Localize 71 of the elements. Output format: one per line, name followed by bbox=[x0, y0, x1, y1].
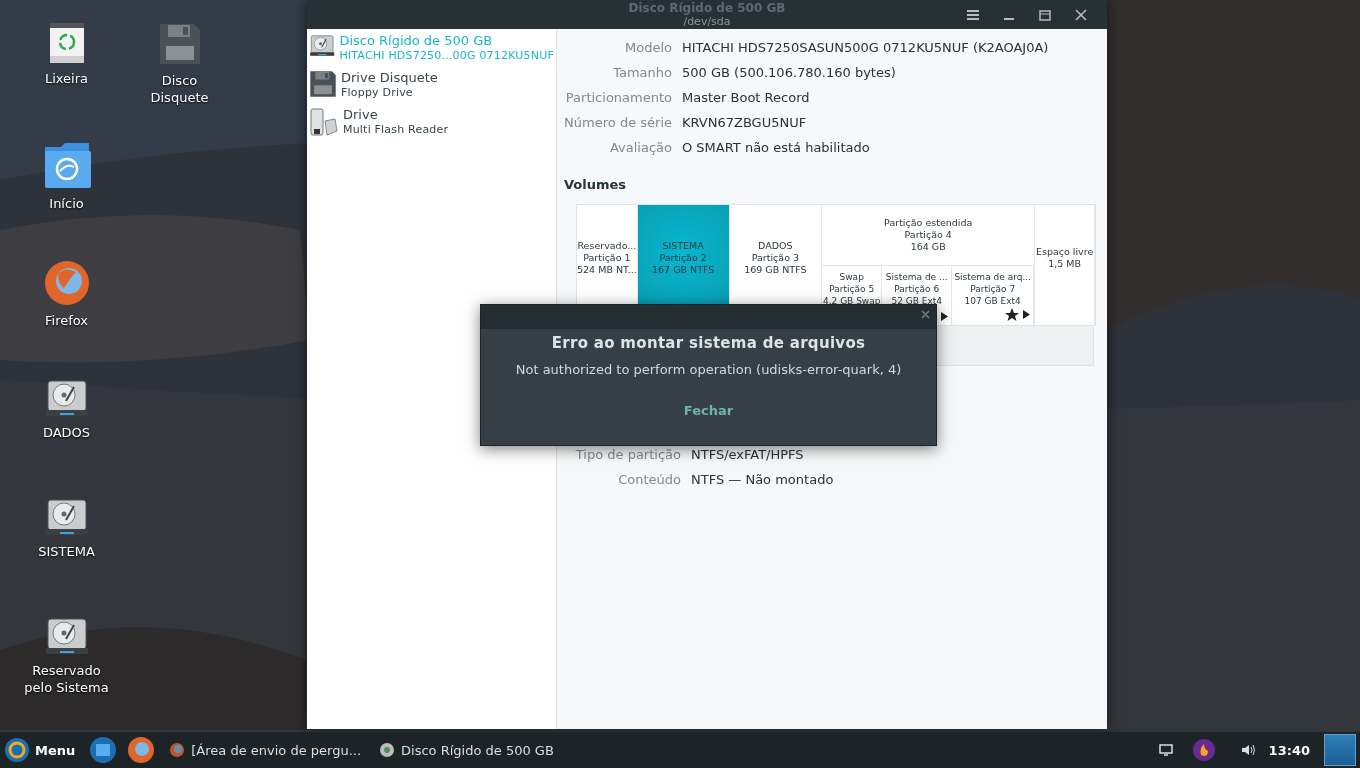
partition-label: DADOS Partição 3 169 GB NTFS bbox=[744, 240, 807, 276]
partition-label: Sistema de arq... Partição 7 107 GB Ext4 bbox=[954, 271, 1031, 307]
dialog-title: Erro ao montar sistema de arquivos bbox=[551, 334, 866, 352]
volume-icon[interactable] bbox=[1240, 744, 1255, 756]
close-icon bbox=[1075, 8, 1087, 21]
minimize-icon bbox=[1004, 18, 1014, 20]
clock: 13:40 bbox=[1268, 742, 1310, 758]
maximize-icon bbox=[1039, 8, 1051, 21]
desktop-icon-label[interactable]: Disco Disquete bbox=[134, 72, 225, 106]
drive-description: Floppy Drive bbox=[341, 86, 414, 100]
close-button[interactable] bbox=[919, 308, 932, 321]
partition-label: SISTEMA Partição 2 167 GB NTFS bbox=[652, 240, 715, 276]
desktop-icon-label[interactable]: Lixeira bbox=[44, 70, 89, 87]
partition-label: Reservado... Partição 1 524 MB NT... bbox=[577, 240, 637, 276]
folder-icon bbox=[89, 736, 118, 764]
property-label: Tamanho bbox=[612, 64, 672, 82]
property-value: NTFS/exFAT/HPFS bbox=[691, 446, 805, 464]
partition-label: Sistema de ... Partição 6 52 GB Ext4 bbox=[885, 271, 948, 307]
firefox-icon bbox=[127, 736, 156, 764]
drive-item[interactable]: Drive Multi Flash Reader bbox=[307, 107, 556, 144]
menu-icon bbox=[967, 8, 979, 21]
home-folder-icon bbox=[42, 141, 91, 189]
menu-logo-icon bbox=[4, 737, 30, 763]
drive-description: Multi Flash Reader bbox=[343, 123, 449, 137]
property-label: Modelo bbox=[624, 39, 672, 57]
volumes-heading: Volumes bbox=[564, 177, 628, 192]
window-title: Disco Rígido de 500 GB bbox=[628, 1, 786, 15]
taskbar-task[interactable]: [Área de envio de pergu... bbox=[163, 734, 368, 766]
close-dialog-button[interactable]: Fechar bbox=[673, 399, 744, 422]
property-label: Tipo de partição bbox=[574, 446, 681, 464]
dialog-message: Not authorized to perform operation (udisks-error-quark, 4) bbox=[515, 362, 902, 377]
desktop-icon-label[interactable]: Início bbox=[49, 195, 84, 212]
drive-name: Drive bbox=[343, 107, 379, 123]
property-label: Número de série bbox=[564, 114, 672, 132]
partition-label: Espaço livre 1,5 MB bbox=[1035, 246, 1094, 270]
trash-bin-icon bbox=[48, 22, 85, 64]
flame-app-icon[interactable] bbox=[1192, 739, 1215, 761]
hard-drive-icon bbox=[309, 33, 336, 59]
firefox-icon bbox=[43, 260, 90, 306]
window-subtitle: /dev/sda bbox=[683, 15, 731, 28]
taskbar-task[interactable]: Disco Rígido de 500 GB bbox=[373, 734, 560, 766]
hard-drive-icon bbox=[43, 617, 90, 657]
hard-drive-icon bbox=[43, 498, 90, 538]
partition-label: Swap Partição 5 4,2 GB Swap bbox=[822, 271, 881, 307]
property-label: Avaliação bbox=[608, 139, 672, 157]
desktop-icon-label[interactable]: Reservado pelo Sistema bbox=[21, 662, 112, 697]
property-label: Conteúdo bbox=[617, 471, 681, 489]
property-value: NTFS — Não montado bbox=[691, 471, 835, 489]
drive-name: Disco Rígido de 500 GB bbox=[339, 33, 494, 49]
drive-item[interactable]: Drive Disquete Floppy Drive bbox=[307, 70, 556, 107]
property-value: KRVN67ZBGU5NUF bbox=[682, 114, 808, 132]
desktop-icon-label[interactable]: DADOS bbox=[42, 424, 91, 442]
property-label: Particionamento bbox=[564, 89, 672, 107]
disk-icon bbox=[379, 742, 396, 758]
partition-block[interactable]: Sistema de arq... Partição 7 107 GB Ext4 bbox=[952, 266, 1035, 325]
desktop-icon-label[interactable]: SISTEMA bbox=[38, 543, 95, 561]
desktop-icon-label[interactable]: Firefox bbox=[45, 312, 88, 329]
hard-drive-icon bbox=[43, 379, 90, 419]
property-value: O SMART não está habilitado bbox=[682, 139, 871, 157]
close-icon bbox=[921, 310, 930, 319]
property-value: Master Boot Record bbox=[682, 89, 811, 107]
drive-description: HITACHI HDS7250...00G 0712KU5NUF bbox=[339, 49, 554, 63]
menu-button[interactable]: Menu bbox=[4, 734, 82, 766]
firefox-icon bbox=[169, 742, 186, 758]
display-icon[interactable] bbox=[1158, 744, 1173, 756]
usb-drive-icon bbox=[309, 107, 339, 137]
property-value: HITACHI HDS7250SASUN500G 0712KU5NUF (K2AOAJ0A) bbox=[682, 39, 1050, 57]
drive-name: Drive Disquete bbox=[341, 70, 438, 86]
property-value: 500 GB (500.106.780.160 bytes) bbox=[682, 64, 897, 82]
partition-label: Partição estendida Partição 4 164 GB bbox=[884, 217, 973, 253]
partition-block[interactable]: Espaço livre 1,5 MB bbox=[1035, 205, 1095, 325]
